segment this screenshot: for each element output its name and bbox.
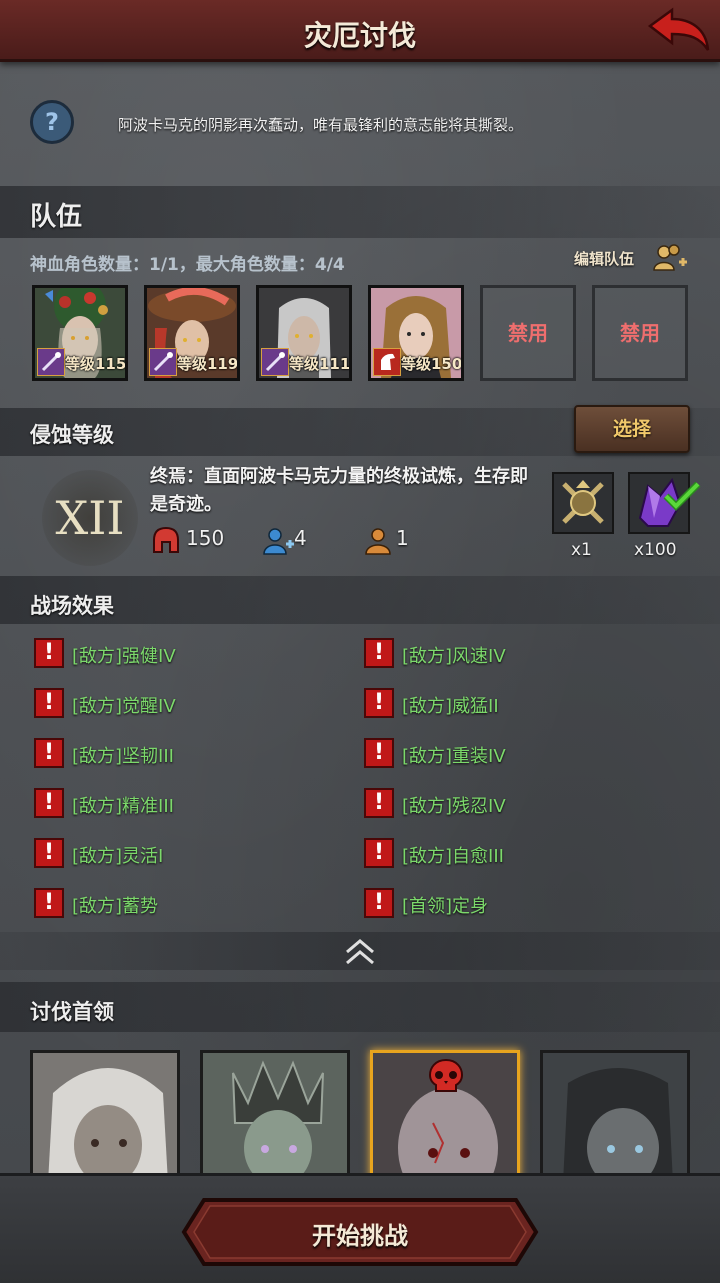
divine-stat: 1 xyxy=(396,526,409,550)
hero-card[interactable]: 等级119 xyxy=(144,285,240,381)
reward-count: x100 xyxy=(634,540,677,560)
wand-icon xyxy=(149,348,177,376)
effect-label: [敌方]强健IV xyxy=(72,646,176,667)
start-challenge-label: 开始挑战 xyxy=(312,1222,408,1250)
intro-text: 阿波卡马克的阴影再次蠢动，唯有最锋利的意志能将其撕裂。 xyxy=(118,116,524,134)
boss-card[interactable] xyxy=(540,1050,690,1180)
disabled-slot: 禁用 xyxy=(592,285,688,381)
boss-card[interactable] xyxy=(200,1050,350,1180)
effect-label: [敌方]自愈III xyxy=(402,846,504,867)
hero-level: 等级115 xyxy=(65,355,127,373)
crossed-weapons-emblem-icon xyxy=(562,480,604,524)
alert-icon: ! xyxy=(364,788,394,818)
boss-card-selected[interactable] xyxy=(370,1050,520,1180)
horse-icon xyxy=(373,348,401,376)
alert-icon: ! xyxy=(34,838,64,868)
effect-label: [敌方]精准III xyxy=(72,796,174,817)
back-arrow-icon[interactable] xyxy=(646,6,712,56)
effect-label: [敌方]灵活I xyxy=(72,846,164,867)
effect-label: [敌方]残忍IV xyxy=(402,796,506,817)
alert-icon: ! xyxy=(34,688,64,718)
hero-level: 等级111 xyxy=(289,355,351,373)
effect-label: [敌方]重装IV xyxy=(402,746,506,767)
alert-icon: ! xyxy=(364,688,394,718)
disabled-slot: 禁用 xyxy=(480,285,576,381)
hero-card[interactable]: 等级115 xyxy=(32,285,128,381)
alert-icon: ! xyxy=(364,838,394,868)
boss-portrait xyxy=(203,1053,347,1177)
member-add-icon xyxy=(263,528,294,555)
edit-team-button[interactable]: 编辑队伍 xyxy=(574,248,634,269)
alert-icon: ! xyxy=(34,738,64,768)
wand-icon xyxy=(261,348,289,376)
power-stat: 150 xyxy=(186,526,225,550)
question-icon[interactable]: ? xyxy=(30,100,74,144)
corrosion-level-emblem: XII xyxy=(42,470,138,566)
effect-label: [敌方]觉醒IV xyxy=(72,696,176,717)
header-bar: 灾厄讨伐 xyxy=(0,0,720,62)
alert-icon: ! xyxy=(364,888,394,918)
members-stat: 4 xyxy=(294,526,307,550)
reward-count: x1 xyxy=(571,540,592,560)
alert-icon: ! xyxy=(34,788,64,818)
effect-label: [敌方]蓄势 xyxy=(72,896,159,917)
reward-item[interactable] xyxy=(552,472,614,534)
select-level-button[interactable]: 选择 xyxy=(574,405,690,453)
hero-card[interactable]: 等级150 xyxy=(368,285,464,381)
corrosion-description: 终焉：直面阿波卡马克力量的终极试炼，生存即是奇迹。 xyxy=(150,466,528,515)
effect-label: [首领]定身 xyxy=(402,896,489,917)
collapse-bar[interactable] xyxy=(0,932,720,970)
team-section-bar xyxy=(0,186,720,238)
corrosion-title: 侵蚀等级 xyxy=(30,423,114,447)
effects-title: 战场效果 xyxy=(30,594,114,618)
effect-label: [敌方]威猛II xyxy=(402,696,499,717)
alert-icon: ! xyxy=(364,738,394,768)
skull-icon xyxy=(428,1058,464,1092)
hero-card[interactable]: 等级111 xyxy=(256,285,352,381)
boss-portrait xyxy=(543,1053,687,1177)
bosses-title: 讨伐首领 xyxy=(30,1000,114,1024)
boss-portrait xyxy=(33,1053,177,1177)
page-title: 灾厄讨伐 xyxy=(303,19,416,52)
alert-icon: ! xyxy=(34,638,64,668)
helmet-icon xyxy=(153,526,179,553)
alert-icon: ! xyxy=(34,888,64,918)
alert-icon: ! xyxy=(364,638,394,668)
boss-card[interactable] xyxy=(30,1050,180,1180)
divine-hero-icon xyxy=(365,528,391,555)
reward-item[interactable] xyxy=(628,472,701,534)
team-count-text: 神血角色数量：1/1，最大角色数量：4/4 xyxy=(30,255,345,275)
wand-icon xyxy=(37,348,65,376)
add-member-icon[interactable] xyxy=(652,242,688,276)
check-icon xyxy=(663,482,701,511)
effect-label: [敌方]风速IV xyxy=(402,646,506,667)
hero-level: 等级119 xyxy=(177,355,239,373)
hero-level: 等级150 xyxy=(401,355,463,373)
effect-label: [敌方]坚韧III xyxy=(72,746,174,767)
team-title: 队伍 xyxy=(30,202,83,232)
double-chevron-up-icon[interactable] xyxy=(343,936,377,966)
